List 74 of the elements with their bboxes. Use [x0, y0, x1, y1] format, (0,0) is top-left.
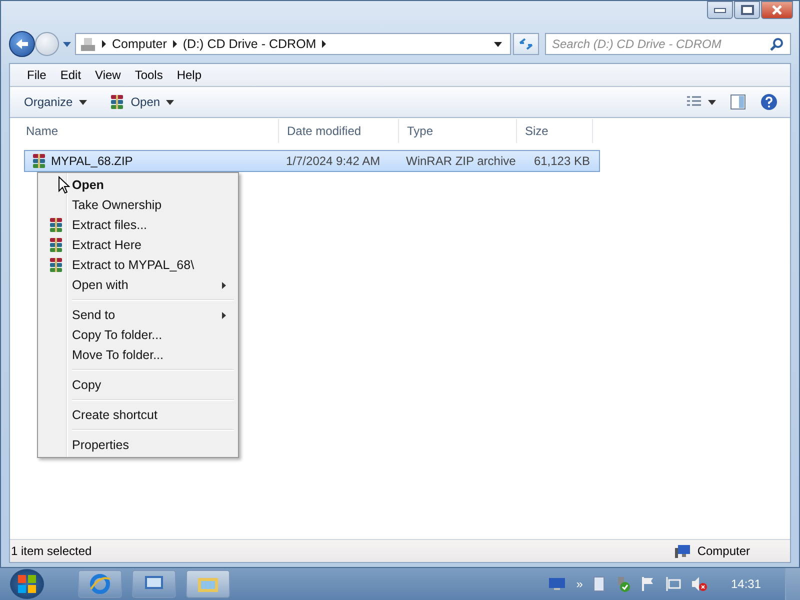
- browser-taskbar-button[interactable]: [78, 570, 122, 598]
- close-button[interactable]: [761, 1, 793, 19]
- muted-speaker-icon[interactable]: [690, 576, 707, 592]
- breadcrumb-arrow-icon[interactable]: [322, 40, 326, 48]
- breadcrumb[interactable]: (D:) CD Drive - CDROM: [182, 37, 316, 51]
- help-icon[interactable]: [760, 93, 778, 111]
- flag-icon[interactable]: [640, 576, 655, 592]
- archive-icon: [48, 257, 64, 273]
- archive-icon: [48, 237, 64, 253]
- back-button[interactable]: [9, 31, 35, 57]
- type-cell-text: WinRAR ZIP archive: [405, 154, 517, 168]
- back-arrow-icon: [15, 38, 29, 50]
- refresh-button[interactable]: [513, 33, 539, 55]
- folder-icon: [197, 575, 219, 593]
- search-icon: [770, 37, 784, 51]
- archive-icon: [108, 94, 125, 110]
- column-header[interactable]: Date modified: [279, 119, 399, 143]
- maximize-button[interactable]: [734, 1, 760, 19]
- recent-pages-icon[interactable]: [63, 42, 71, 46]
- dropdown-caret-icon[interactable]: [494, 42, 502, 46]
- menu-item[interactable]: Help: [176, 68, 202, 82]
- menu-item[interactable]: View: [95, 68, 121, 82]
- app-taskbar-button[interactable]: [132, 570, 176, 598]
- network-icon[interactable]: [664, 576, 681, 592]
- context-menu-item[interactable]: Properties: [40, 435, 236, 455]
- context-menu-item[interactable]: Send to: [40, 305, 236, 325]
- column-header[interactable]: Name: [18, 119, 279, 143]
- archive-icon: [31, 153, 47, 169]
- context-menu-item[interactable]: Create shortcut: [40, 405, 236, 425]
- refresh-icon: [518, 37, 534, 51]
- context-menu-item[interactable]: Take Ownership: [40, 195, 236, 215]
- context-menu-item[interactable]: Extract to MYPAL_68\: [40, 255, 236, 275]
- submenu-arrow-icon: [222, 282, 226, 288]
- minimize-button[interactable]: [707, 1, 733, 19]
- breadcrumb-arrow-icon[interactable]: [172, 40, 177, 48]
- context-menu-item[interactable]: Open with: [40, 275, 236, 295]
- column-header[interactable]: Type: [399, 119, 517, 143]
- context-menu-item[interactable]: Extract Here: [40, 235, 236, 255]
- archive-icon: [48, 217, 64, 233]
- windows-logo-icon: [16, 573, 38, 595]
- dropdown-caret-icon: [78, 100, 87, 104]
- menu-item[interactable]: File: [27, 68, 46, 82]
- size-cell-text: 61,123 KB: [532, 154, 591, 168]
- open-button[interactable]: Open: [104, 92, 178, 112]
- menu-item[interactable]: Edit: [60, 68, 82, 82]
- breadcrumb-arrow-icon[interactable]: [102, 40, 106, 48]
- file-name: MYPAL_68.ZIP: [51, 154, 133, 168]
- dropdown-caret-icon: [166, 100, 174, 104]
- context-menu-item[interactable]: Move To folder...: [40, 345, 236, 365]
- view-options-icon[interactable]: [686, 95, 716, 109]
- submenu-arrow-icon: [222, 312, 226, 318]
- mouse-cursor-icon: [58, 176, 70, 194]
- context-menu-item[interactable]: Open: [40, 175, 236, 195]
- drive-icon: [80, 36, 96, 52]
- context-menu-item[interactable]: Extract files...: [40, 215, 236, 235]
- preview-pane-icon[interactable]: [730, 94, 746, 110]
- search-field[interactable]: Search (D:) CD Drive - CDROM: [545, 33, 791, 55]
- date-cell-text: 1/7/2024 9:42 AM: [285, 154, 382, 168]
- status-location: Computer: [697, 544, 750, 558]
- address-bar[interactable]: Computer (D:) CD Drive - CDROM: [75, 33, 511, 55]
- context-menu-item[interactable]: Copy To folder...: [40, 325, 236, 345]
- browser-icon: [89, 573, 111, 595]
- start-button[interactable]: [10, 569, 44, 599]
- close-icon: [771, 5, 783, 15]
- column-header[interactable]: Size: [517, 119, 593, 143]
- document-icon[interactable]: [592, 576, 605, 592]
- file-row[interactable]: MYPAL_68.ZIP 1/7/2024 9:42 AM WinRAR ZIP archive 61,123 KB: [24, 150, 600, 172]
- organize-button[interactable]: Organize: [20, 93, 91, 111]
- context-menu-item[interactable]: Copy: [40, 375, 236, 395]
- status-text: 1 item selected: [11, 544, 92, 558]
- breadcrumb[interactable]: Computer: [112, 37, 167, 51]
- menu-item[interactable]: Tools: [134, 68, 163, 82]
- computer-icon: [675, 544, 692, 558]
- monitor-icon[interactable]: [548, 577, 566, 591]
